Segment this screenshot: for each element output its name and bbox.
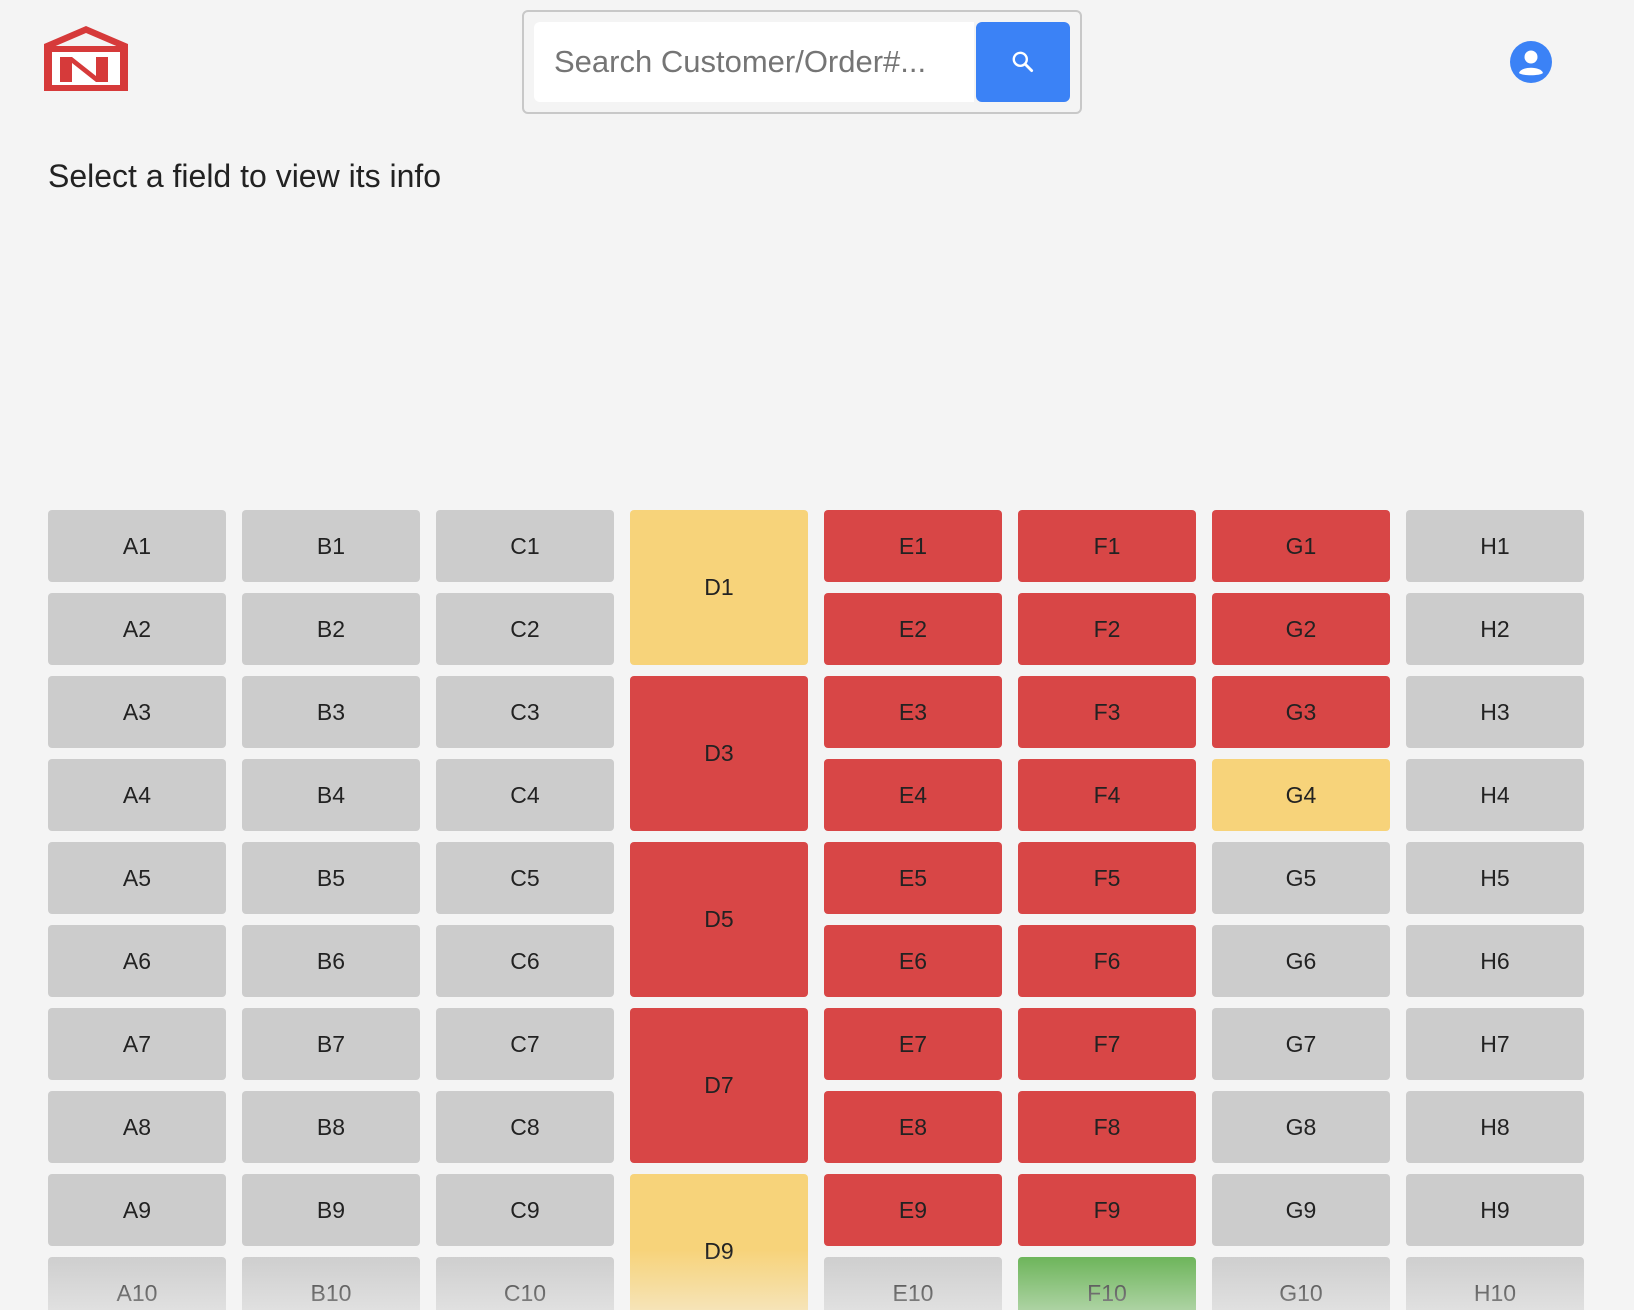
- field-g7[interactable]: G7: [1212, 1008, 1390, 1080]
- field-c9[interactable]: C9: [436, 1174, 614, 1246]
- field-a5[interactable]: A5: [48, 842, 226, 914]
- search-button[interactable]: [976, 22, 1070, 102]
- field-g3[interactable]: G3: [1212, 676, 1390, 748]
- field-g8[interactable]: G8: [1212, 1091, 1390, 1163]
- field-g1[interactable]: G1: [1212, 510, 1390, 582]
- field-f10[interactable]: F10: [1018, 1257, 1196, 1310]
- field-h2[interactable]: H2: [1406, 593, 1584, 665]
- field-g9[interactable]: G9: [1212, 1174, 1390, 1246]
- field-a3[interactable]: A3: [48, 676, 226, 748]
- field-c3[interactable]: C3: [436, 676, 614, 748]
- field-e9[interactable]: E9: [824, 1174, 1002, 1246]
- field-b4[interactable]: B4: [242, 759, 420, 831]
- field-b8[interactable]: B8: [242, 1091, 420, 1163]
- field-b10[interactable]: B10: [242, 1257, 420, 1310]
- field-e3[interactable]: E3: [824, 676, 1002, 748]
- field-c4[interactable]: C4: [436, 759, 614, 831]
- field-c8[interactable]: C8: [436, 1091, 614, 1163]
- page-instruction: Select a field to view its info: [48, 158, 442, 194]
- field-a7[interactable]: A7: [48, 1008, 226, 1080]
- field-e1[interactable]: E1: [824, 510, 1002, 582]
- field-f7[interactable]: F7: [1018, 1008, 1196, 1080]
- field-h9[interactable]: H9: [1406, 1174, 1584, 1246]
- field-c10[interactable]: C10: [436, 1257, 614, 1310]
- house-logo-icon: [44, 26, 128, 91]
- field-h7[interactable]: H7: [1406, 1008, 1584, 1080]
- field-a10[interactable]: A10: [48, 1257, 226, 1310]
- field-e7[interactable]: E7: [824, 1008, 1002, 1080]
- field-f8[interactable]: F8: [1018, 1091, 1196, 1163]
- field-a8[interactable]: A8: [48, 1091, 226, 1163]
- field-h1[interactable]: H1: [1406, 510, 1584, 582]
- field-e8[interactable]: E8: [824, 1091, 1002, 1163]
- field-f3[interactable]: F3: [1018, 676, 1196, 748]
- field-d3[interactable]: D3: [630, 676, 808, 831]
- field-c5[interactable]: C5: [436, 842, 614, 914]
- field-g10[interactable]: G10: [1212, 1257, 1390, 1310]
- field-b5[interactable]: B5: [242, 842, 420, 914]
- field-a1[interactable]: A1: [48, 510, 226, 582]
- field-d7[interactable]: D7: [630, 1008, 808, 1163]
- field-grid: A1 A2 A3 A4 A5 A6 A7 A8 A9 A10 B1 B2 B3 B4 B5 B6 B7 B8 B9 B…: [48, 510, 1584, 1310]
- field-h5[interactable]: H5: [1406, 842, 1584, 914]
- field-d9[interactable]: D9: [630, 1174, 808, 1310]
- field-f5[interactable]: F5: [1018, 842, 1196, 914]
- company-logo[interactable]: [40, 24, 132, 94]
- field-b1[interactable]: B1: [242, 510, 420, 582]
- field-f4[interactable]: F4: [1018, 759, 1196, 831]
- field-h8[interactable]: H8: [1406, 1091, 1584, 1163]
- field-b7[interactable]: B7: [242, 1008, 420, 1080]
- search-bar: [522, 10, 1082, 114]
- field-c1[interactable]: C1: [436, 510, 614, 582]
- search-icon: [1012, 51, 1034, 73]
- field-b3[interactable]: B3: [242, 676, 420, 748]
- field-e10[interactable]: E10: [824, 1257, 1002, 1310]
- account-button[interactable]: [1510, 41, 1552, 83]
- field-f9[interactable]: F9: [1018, 1174, 1196, 1246]
- field-e2[interactable]: E2: [824, 593, 1002, 665]
- field-a6[interactable]: A6: [48, 925, 226, 997]
- field-c6[interactable]: C6: [436, 925, 614, 997]
- field-b2[interactable]: B2: [242, 593, 420, 665]
- field-b6[interactable]: B6: [242, 925, 420, 997]
- search-input[interactable]: [534, 22, 974, 102]
- account-circle-icon: [1510, 41, 1552, 83]
- field-f2[interactable]: F2: [1018, 593, 1196, 665]
- field-g5[interactable]: G5: [1212, 842, 1390, 914]
- field-d5[interactable]: D5: [630, 842, 808, 997]
- field-c2[interactable]: C2: [436, 593, 614, 665]
- field-g6[interactable]: G6: [1212, 925, 1390, 997]
- field-a9[interactable]: A9: [48, 1174, 226, 1246]
- field-h10[interactable]: H10: [1406, 1257, 1584, 1310]
- field-e5[interactable]: E5: [824, 842, 1002, 914]
- field-h4[interactable]: H4: [1406, 759, 1584, 831]
- field-e4[interactable]: E4: [824, 759, 1002, 831]
- field-f6[interactable]: F6: [1018, 925, 1196, 997]
- field-g2[interactable]: G2: [1212, 593, 1390, 665]
- field-a4[interactable]: A4: [48, 759, 226, 831]
- field-e6[interactable]: E6: [824, 925, 1002, 997]
- field-h3[interactable]: H3: [1406, 676, 1584, 748]
- field-f1[interactable]: F1: [1018, 510, 1196, 582]
- field-g4[interactable]: G4: [1212, 759, 1390, 831]
- field-h6[interactable]: H6: [1406, 925, 1584, 997]
- field-d1[interactable]: D1: [630, 510, 808, 665]
- field-a2[interactable]: A2: [48, 593, 226, 665]
- field-c7[interactable]: C7: [436, 1008, 614, 1080]
- field-b9[interactable]: B9: [242, 1174, 420, 1246]
